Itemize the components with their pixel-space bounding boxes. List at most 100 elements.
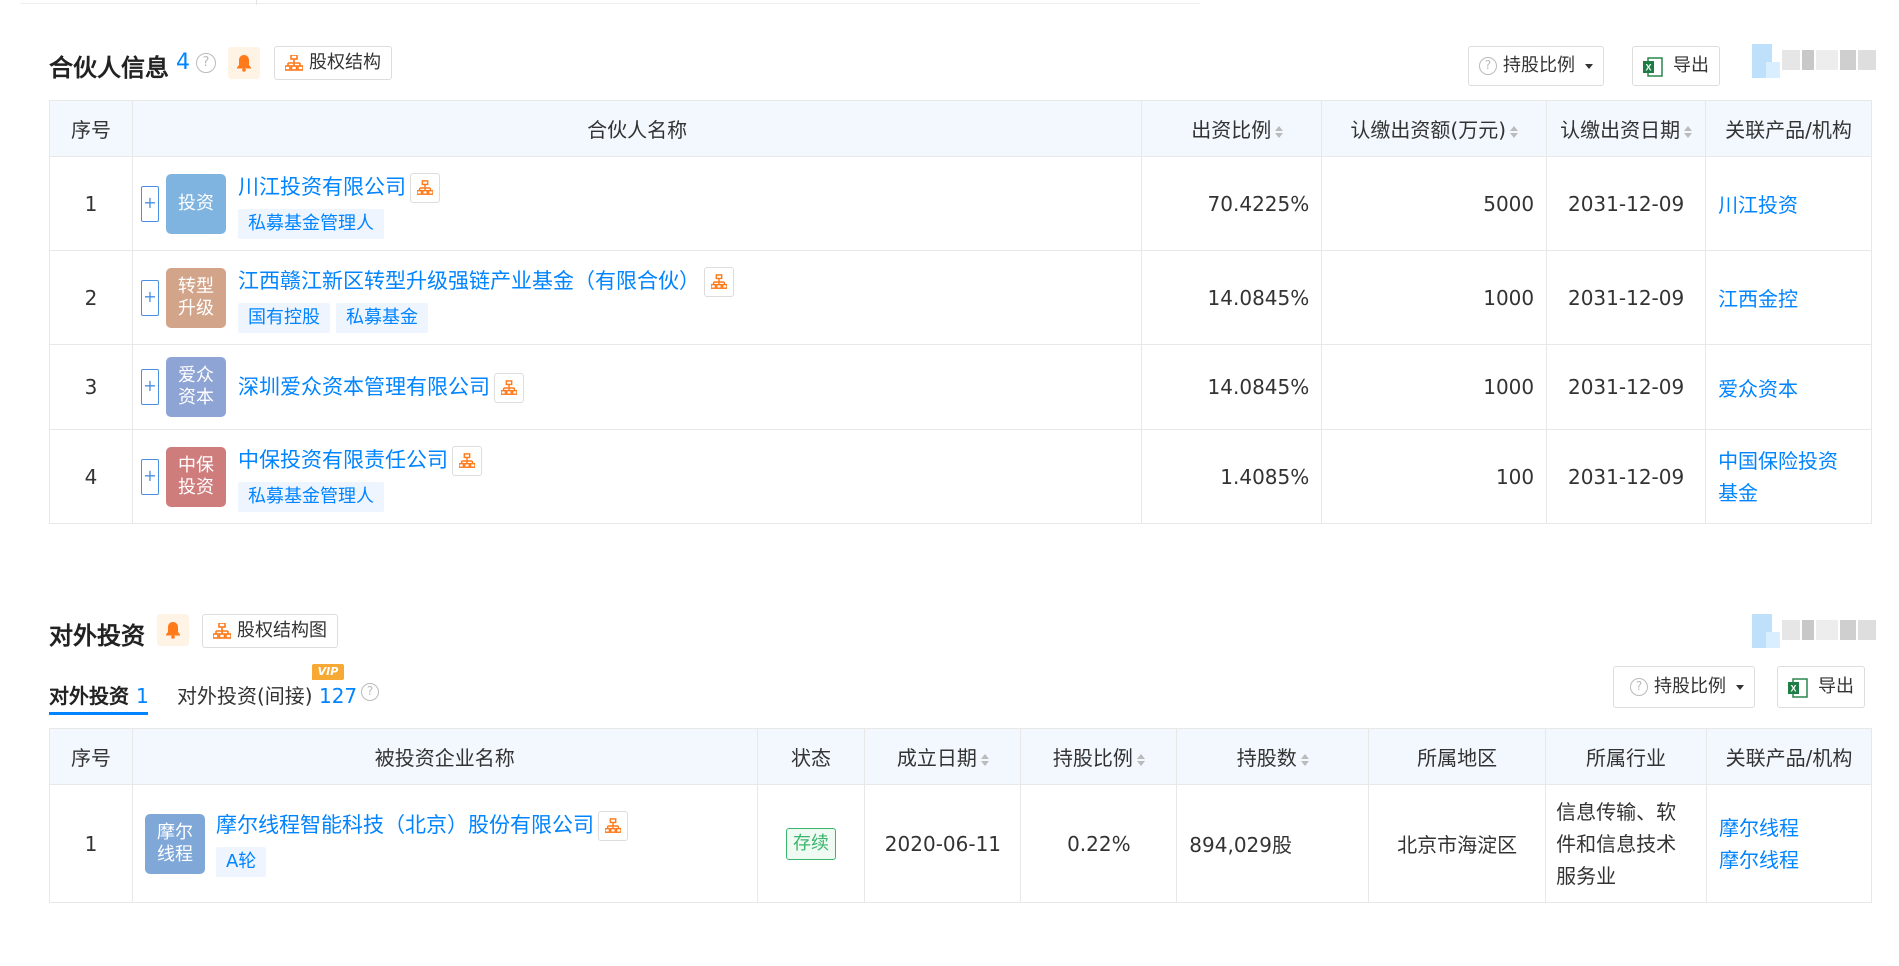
- partner-name-cell: + 中保投资 中保投资有限责任公司 私募基金管理人: [131, 429, 1143, 524]
- date-cell: 2031-12-09: [1546, 344, 1707, 430]
- company-link[interactable]: 摩尔线程智能科技（北京）股份有限公司: [216, 809, 628, 841]
- structure-icon: [213, 623, 231, 639]
- col-shares[interactable]: 持股数: [1176, 728, 1370, 785]
- col-related: 关联产品/机构: [1705, 100, 1872, 157]
- row-index: 2: [49, 250, 133, 345]
- col-date[interactable]: 认缴出资日期: [1546, 100, 1707, 157]
- blurred-user-area: [1752, 44, 1876, 78]
- company-link[interactable]: 川江投资有限公司: [238, 171, 440, 203]
- investments-section: 对外投资 股权结构图 对外投资 1 对外投资(间接) 127 VIP ? ? 持…: [49, 614, 1876, 903]
- equity-structure-button[interactable]: 股权结构: [274, 46, 392, 80]
- col-ratio[interactable]: 持股比例: [1020, 728, 1178, 785]
- sort-icon: [1275, 125, 1284, 138]
- export-button[interactable]: X 导出: [1777, 666, 1865, 708]
- tab-direct-investment[interactable]: 对外投资 1: [49, 680, 149, 709]
- partners-count: 4: [176, 50, 190, 75]
- col-related: 关联产品/机构: [1706, 728, 1872, 785]
- amount-cell: 100: [1321, 429, 1548, 524]
- col-index: 序号: [49, 100, 133, 157]
- shares-cell: 894,029股: [1176, 784, 1370, 903]
- amount-cell: 1000: [1321, 250, 1548, 345]
- ratio-cell: 0.22%: [1020, 784, 1178, 903]
- col-status: 状态: [756, 728, 866, 785]
- expand-button[interactable]: +: [140, 459, 159, 495]
- table-row: 4 + 中保投资 中保投资有限责任公司 私募基金管理人 1.4085% 100 …: [49, 429, 1872, 524]
- company-logo: 摩尔线程: [144, 814, 205, 874]
- related-link[interactable]: 爱众资本: [1705, 344, 1872, 430]
- ratio-cell: 14.0845%: [1141, 250, 1323, 345]
- structure-icon[interactable]: [451, 446, 482, 476]
- col-index: 序号: [49, 728, 133, 785]
- equity-chart-button[interactable]: 股权结构图: [202, 614, 338, 648]
- row-index: 4: [49, 429, 133, 524]
- company-tag: 私募基金管理人: [237, 482, 384, 512]
- company-tag: 私募基金: [335, 303, 428, 333]
- company-link[interactable]: 深圳爱众资本管理有限公司: [238, 371, 524, 403]
- partners-header: 合伙人信息 4 ? 股权结构 ? 持股比例 X 导出: [49, 44, 1876, 86]
- svg-text:X: X: [1790, 684, 1796, 694]
- export-button[interactable]: X 导出: [1632, 46, 1720, 86]
- related-link[interactable]: 摩尔线程: [1719, 848, 1799, 872]
- active-tab-indicator: [49, 712, 148, 715]
- sort-icon: [1300, 753, 1309, 766]
- help-icon: ?: [1630, 678, 1648, 696]
- bell-icon[interactable]: [157, 614, 189, 646]
- expand-button[interactable]: +: [140, 369, 159, 405]
- col-ratio[interactable]: 出资比例: [1141, 100, 1323, 157]
- caret-down-icon: [1585, 64, 1593, 69]
- top-divider: [20, 0, 1200, 5]
- ratio-cell: 70.4225%: [1141, 156, 1323, 251]
- expand-button[interactable]: +: [140, 186, 159, 222]
- status-cell: 存续: [756, 784, 866, 903]
- related-link[interactable]: 摩尔线程: [1719, 816, 1799, 840]
- help-icon[interactable]: ?: [196, 53, 216, 73]
- holding-ratio-dropdown[interactable]: ? 持股比例: [1468, 46, 1604, 86]
- sort-icon: [1510, 125, 1518, 138]
- region-cell: 北京市海淀区: [1368, 784, 1547, 903]
- col-founded[interactable]: 成立日期: [864, 728, 1022, 785]
- structure-icon: [285, 55, 303, 71]
- date-cell: 2031-12-09: [1546, 429, 1707, 524]
- bell-icon[interactable]: [228, 47, 260, 79]
- equity-structure-label: 股权结构: [309, 52, 381, 73]
- ratio-cell: 14.0845%: [1141, 344, 1323, 430]
- related-link[interactable]: 川江投资: [1705, 156, 1872, 251]
- company-link[interactable]: 中保投资有限责任公司: [238, 444, 482, 476]
- structure-icon[interactable]: [597, 811, 628, 841]
- help-icon[interactable]: ?: [361, 683, 379, 701]
- partner-name-cell: + 爱众资本 深圳爱众资本管理有限公司: [131, 344, 1143, 430]
- blurred-user-area: [1752, 614, 1876, 648]
- partners-table: 序号 合伙人名称 出资比例 认缴出资额(万元) 认缴出资日期 关联产品/机构 1…: [49, 100, 1872, 524]
- structure-icon[interactable]: [703, 267, 734, 297]
- date-cell: 2031-12-09: [1546, 156, 1707, 251]
- status-badge: 存续: [785, 827, 836, 860]
- holding-ratio-label: 持股比例: [1503, 55, 1575, 76]
- row-index: 3: [49, 344, 133, 430]
- related-link[interactable]: 中国保险投资 基金: [1705, 429, 1872, 524]
- table-row: 2 + 转型升级 江西赣江新区转型升级强链产业基金（有限合伙） 国有控股 私募基…: [49, 250, 1872, 345]
- table-header-row: 序号 合伙人名称 出资比例 认缴出资额(万元) 认缴出资日期 关联产品/机构: [49, 100, 1872, 157]
- col-amount[interactable]: 认缴出资额(万元): [1321, 100, 1548, 157]
- table-header-row: 序号 被投资企业名称 状态 成立日期 持股比例 持股数 所属地区 所属行业 关联…: [49, 728, 1872, 785]
- sort-icon: [1136, 753, 1145, 766]
- partner-name-cell: + 投资 川江投资有限公司 私募基金管理人: [131, 156, 1143, 251]
- partners-section: 合伙人信息 4 ? 股权结构 ? 持股比例 X 导出 序号 合伙人名称 出资比例…: [49, 44, 1876, 524]
- structure-icon[interactable]: [493, 373, 524, 403]
- investments-header: 对外投资 股权结构图: [49, 614, 1876, 654]
- sort-icon: [1684, 125, 1693, 138]
- company-logo: 中保投资: [165, 447, 226, 507]
- related-link[interactable]: 江西金控: [1705, 250, 1872, 345]
- excel-icon: X: [1788, 678, 1808, 698]
- holding-ratio-dropdown[interactable]: ? 持股比例: [1613, 666, 1755, 708]
- amount-cell: 1000: [1321, 344, 1548, 430]
- industry-cell: 信息传输、软 件和信息技术 服务业: [1545, 784, 1708, 903]
- row-index: 1: [49, 784, 133, 903]
- holding-ratio-label: 持股比例: [1654, 676, 1726, 697]
- export-label: 导出: [1673, 55, 1709, 76]
- company-logo: 投资: [165, 174, 226, 234]
- structure-icon[interactable]: [409, 173, 440, 203]
- expand-button[interactable]: +: [140, 280, 159, 316]
- tab-indirect-investment[interactable]: 对外投资(间接) 127: [177, 680, 357, 709]
- table-row: 3 + 爱众资本 深圳爱众资本管理有限公司 14.0845% 1000 2031…: [49, 344, 1872, 430]
- company-link[interactable]: 江西赣江新区转型升级强链产业基金（有限合伙）: [238, 265, 734, 297]
